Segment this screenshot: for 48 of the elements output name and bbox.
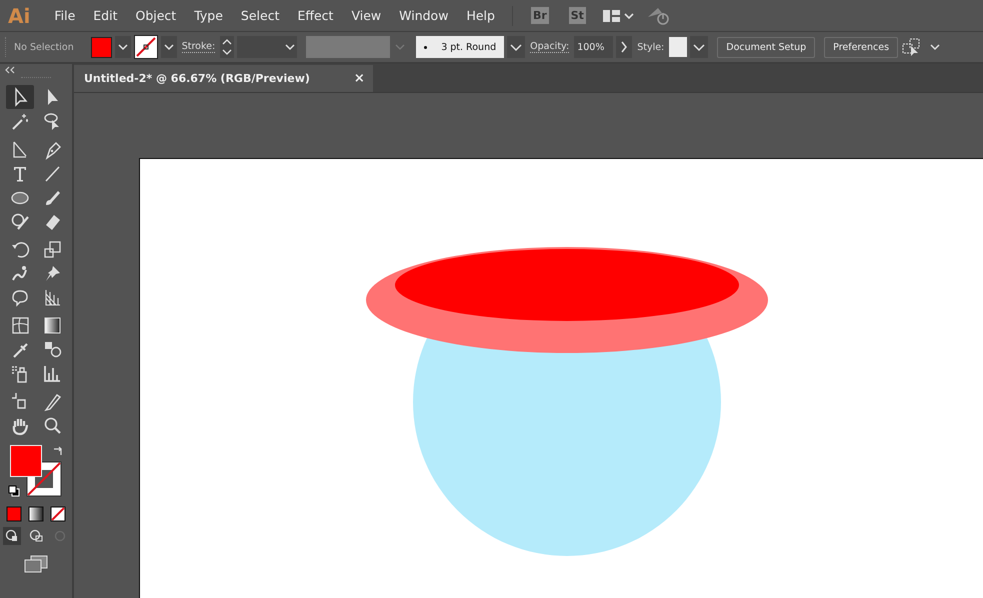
chevron-icon[interactable] — [690, 36, 708, 58]
toolbar-button[interactable]: Preferences — [824, 36, 898, 58]
screen-mode-icon[interactable] — [23, 555, 49, 573]
menu-item[interactable]: File — [45, 8, 84, 23]
opacity-field[interactable]: 100% — [574, 36, 614, 58]
fill-color-swatch[interactable] — [10, 445, 42, 477]
default-colors-icon[interactable] — [8, 485, 20, 497]
chevron-icon — [393, 42, 408, 52]
stock-button[interactable]: St — [568, 7, 586, 24]
spinner-icon[interactable] — [220, 36, 234, 58]
none-mode-icon[interactable] — [50, 506, 66, 522]
chevron-icon[interactable] — [114, 36, 131, 58]
menu-item[interactable]: Window — [390, 8, 458, 23]
menu-item[interactable]: Edit — [84, 8, 126, 23]
tool-button[interactable] — [6, 85, 34, 109]
chevron-icon[interactable] — [283, 42, 298, 52]
app-logo: Ai — [7, 4, 32, 28]
fill-swatch[interactable] — [90, 36, 112, 58]
toolbar-button[interactable]: Document Setup — [717, 36, 816, 58]
color-mode-icon[interactable] — [6, 506, 22, 522]
draw-normal-icon[interactable] — [3, 527, 21, 545]
menu-item[interactable]: View — [342, 8, 390, 23]
variable-width-field[interactable] — [306, 36, 390, 58]
stroke-weight-field[interactable] — [237, 36, 298, 58]
menu-item[interactable]: Effect — [288, 8, 342, 23]
selection-label: No Selection — [14, 42, 74, 52]
swap-icon[interactable] — [52, 445, 64, 457]
document-tab[interactable]: Untitled-2* @ 66.67% (RGB/Preview) × — [74, 65, 373, 92]
style-swatch[interactable] — [669, 37, 688, 57]
chevron-icon[interactable] — [928, 42, 942, 52]
close-button[interactable]: × — [354, 71, 365, 86]
menu-item[interactable]: Type — [185, 8, 232, 23]
menu-item[interactable]: Help — [457, 8, 504, 23]
chevron-icon[interactable] — [160, 36, 177, 58]
opacity-label[interactable]: Opacity: — [530, 41, 570, 53]
menu-item[interactable]: Select — [232, 8, 288, 23]
brush-field[interactable]: 3 pt. Round — [416, 36, 504, 58]
bridge-button[interactable]: Br — [530, 7, 549, 24]
chevron-right-icon[interactable] — [616, 36, 632, 58]
style-label: Style: — [637, 42, 664, 52]
collapse-icon[interactable] — [4, 66, 16, 74]
gradient-mode-icon[interactable] — [28, 506, 44, 522]
menu-item[interactable]: Object — [126, 8, 186, 23]
stroke-label[interactable]: Stroke: — [182, 41, 216, 53]
document-title: Untitled-2* @ 66.67% (RGB/Preview) — [84, 72, 310, 85]
chevron-icon[interactable] — [624, 10, 634, 20]
chevron-icon[interactable] — [507, 36, 526, 58]
stroke-swatch[interactable] — [134, 35, 158, 59]
